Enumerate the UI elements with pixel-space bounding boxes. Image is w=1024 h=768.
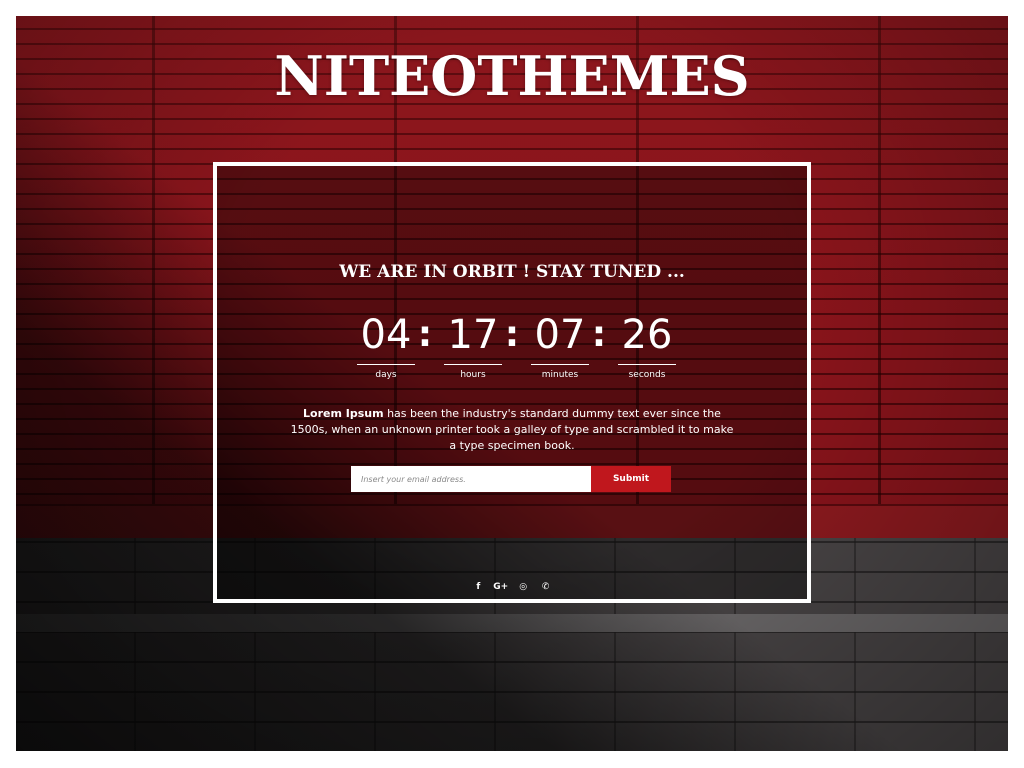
countdown-separator: : [591,314,607,355]
countdown-days: 04 days [357,310,415,380]
countdown-minutes-label: minutes [541,370,579,380]
countdown-separator: : [504,314,520,355]
countdown-seconds: 26 seconds [618,310,676,380]
content-box: WE ARE IN ORBIT ! STAY TUNED ... 04 days… [213,162,811,603]
facebook-icon[interactable]: f [470,582,486,592]
countdown-days-value: 04 [357,310,415,365]
countdown-hours-label: hours [460,370,486,380]
tagline: WE ARE IN ORBIT ! STAY TUNED ... [339,262,685,282]
google-plus-icon[interactable]: G+ [493,582,509,592]
countdown-separator: : [417,314,433,355]
phone-icon[interactable]: ✆ [538,582,554,592]
site-logo: NITEOTHEMES [274,44,750,108]
countdown-timer: 04 days : 17 hours : 07 minutes : 26 sec… [217,310,807,382]
submit-button[interactable]: Submit [591,466,671,492]
countdown-seconds-label: seconds [628,370,666,380]
description: Lorem Ipsum has been the industry's stan… [287,406,737,454]
email-input[interactable] [351,466,591,492]
countdown-seconds-value: 26 [618,310,676,365]
countdown-minutes: 07 minutes [531,310,589,380]
countdown-minutes-value: 07 [531,310,589,365]
countdown-hours: 17 hours [444,310,502,380]
countdown-hours-value: 17 [444,310,502,365]
whatsapp-icon[interactable]: ◎ [515,582,531,592]
countdown-days-label: days [375,370,397,380]
signup-form: Submit [351,466,671,492]
description-bold: Lorem Ipsum [303,407,384,420]
social-links: f G+ ◎ ✆ [217,576,807,594]
